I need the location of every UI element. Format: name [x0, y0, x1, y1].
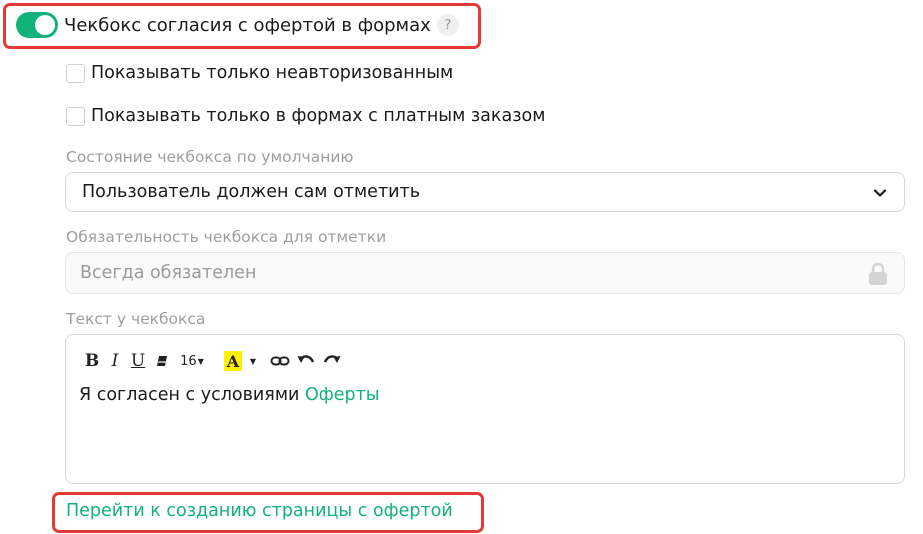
underline-button[interactable]: U: [130, 349, 146, 373]
default-state-value: Пользователь должен сам отметить: [82, 182, 421, 202]
italic-button[interactable]: I: [108, 349, 122, 373]
checkbox-label: Показывать только неавторизованным: [91, 63, 454, 83]
default-state-select[interactable]: Пользователь должен сам отметить: [65, 172, 905, 212]
editor-toolbar: B I U 16 ▼ A ▼: [84, 349, 348, 373]
create-offer-page-link[interactable]: Перейти к созданию страницы с офертой: [66, 501, 453, 521]
default-state-label: Состояние чекбокса по умолчанию: [66, 148, 354, 166]
editor-text: Я согласен с условиями: [79, 385, 305, 405]
lock-icon: [869, 262, 887, 285]
checkbox-label: Показывать только в формах с платным зак…: [91, 106, 546, 126]
text-color-button[interactable]: A: [224, 351, 242, 371]
bold-button[interactable]: B: [84, 349, 100, 373]
consent-toggle[interactable]: [16, 12, 58, 38]
editor-content[interactable]: Я согласен с условиями Оферты: [79, 385, 380, 405]
requirement-label: Обязательность чекбокса для отметки: [66, 228, 387, 246]
checkbox-text-editor[interactable]: B I U 16 ▼ A ▼ Я согласен с условиями Офе…: [65, 334, 905, 484]
option-unauthorized-only: Показывать только неавторизованным: [66, 63, 453, 83]
option-paid-orders-only: Показывать только в формах с платным зак…: [66, 106, 545, 126]
requirement-value: Всегда обязателен: [80, 263, 257, 283]
help-icon[interactable]: ?: [436, 14, 459, 36]
checkbox-paid-orders-only[interactable]: [66, 106, 85, 126]
toggle-knob: [35, 15, 55, 35]
consent-toggle-label: Чекбокс согласия с офертой в формах: [64, 14, 431, 36]
checkbox-text-label: Текст у чекбокса: [66, 310, 206, 328]
consent-toggle-row: Чекбокс согласия с офертой в формах ?: [16, 12, 459, 38]
undo-icon[interactable]: [296, 351, 316, 371]
font-size-value: 16: [180, 353, 197, 369]
redo-icon[interactable]: [322, 351, 342, 371]
font-size-select[interactable]: 16 ▼: [178, 349, 206, 373]
requirement-field: Всегда обязателен: [65, 252, 905, 294]
checkbox-unauthorized-only[interactable]: [66, 63, 85, 83]
chevron-down-icon: [873, 189, 887, 197]
link-icon[interactable]: [270, 351, 290, 371]
offer-inline-link[interactable]: Оферты: [305, 385, 380, 405]
eraser-icon[interactable]: [154, 349, 170, 373]
caret-down-icon: ▼: [197, 356, 204, 366]
caret-down-icon[interactable]: ▼: [248, 349, 258, 373]
